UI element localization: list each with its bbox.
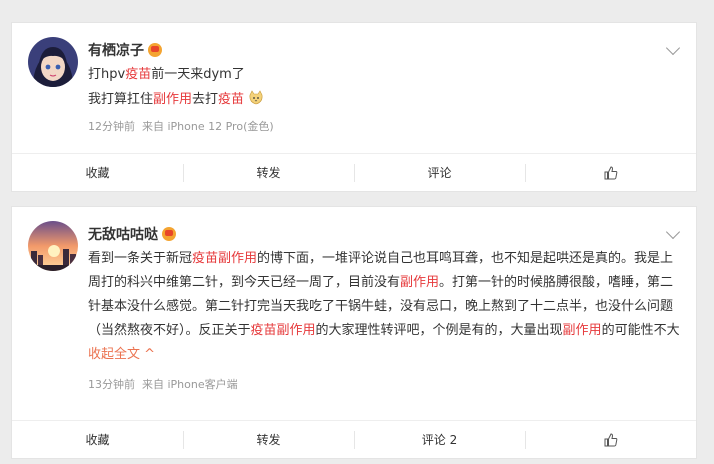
post-time[interactable]: 12分钟前 — [88, 120, 135, 133]
username-text[interactable]: 无敌咕咕哒 — [88, 224, 158, 244]
vip-crown-icon — [148, 43, 162, 57]
favorite-label: 收藏 — [85, 433, 110, 447]
like-button[interactable] — [525, 421, 696, 458]
thumbs-up-icon — [604, 432, 618, 447]
post-text-line2: 我打算扛住副作用去打疫苗 — [88, 88, 680, 115]
avatar[interactable] — [28, 37, 78, 87]
text-segment: 我打算扛住 — [88, 92, 154, 107]
action-bar: 收藏 转发 评论 2 — [12, 420, 696, 458]
repost-button[interactable]: 转发 — [183, 421, 354, 458]
username-text[interactable]: 有栖凉子 — [88, 40, 144, 60]
topic-link[interactable]: 疫苗 — [125, 67, 151, 82]
favorite-label: 收藏 — [85, 166, 110, 180]
comment-button[interactable]: 评论 — [354, 154, 525, 191]
topic-link[interactable]: 疫苗副作用 — [192, 251, 257, 266]
post-source: 来自 iPhone客户端 — [142, 378, 238, 391]
chevron-down-icon[interactable] — [665, 40, 681, 56]
post-text-line1: 打hpv疫苗前一天来dym了 — [88, 63, 680, 87]
topic-link[interactable]: 副作用 — [153, 92, 192, 107]
text-segment: 看到一条关于新冠 — [88, 251, 193, 266]
post-meta: 12分钟前 来自 iPhone 12 Pro(金色) — [88, 118, 274, 134]
like-button[interactable] — [525, 154, 696, 191]
comment-label: 评论 — [427, 166, 452, 180]
favorite-button[interactable]: 收藏 — [12, 421, 183, 458]
post-time[interactable]: 13分钟前 — [88, 378, 135, 391]
chevron-down-icon[interactable] — [665, 224, 681, 240]
text-segment: 前一天来dym了 — [151, 67, 245, 82]
collapse-label: 收起全文 — [88, 347, 141, 362]
avatar[interactable] — [28, 221, 78, 271]
text-segment: 的可能性不大 — [601, 323, 680, 338]
thumbs-up-icon — [604, 165, 618, 180]
username[interactable]: 无敌咕咕哒 — [88, 224, 176, 244]
username[interactable]: 有栖凉子 — [88, 40, 162, 60]
post-meta: 13分钟前 来自 iPhone客户端 — [88, 376, 238, 392]
repost-label: 转发 — [256, 166, 281, 180]
weibo-post-card: 有栖凉子 打hpv疫苗前一天来dym了 我打算扛住副作用去打疫苗 12分钟前 来… — [11, 22, 697, 192]
comment-label: 评论 2 — [421, 433, 458, 447]
topic-link[interactable]: 疫苗 — [218, 92, 244, 107]
chevron-up-icon: ^ — [140, 347, 156, 362]
repost-button[interactable]: 转发 — [183, 154, 354, 191]
action-bar: 收藏 转发 评论 — [12, 153, 696, 191]
topic-link[interactable]: 副作用 — [563, 323, 602, 338]
repost-label: 转发 — [256, 433, 281, 447]
text-segment: 去打 — [192, 92, 219, 107]
favorite-button[interactable]: 收藏 — [12, 154, 183, 191]
collapse-text-link[interactable]: 收起全文 ^ — [88, 347, 155, 362]
post-source: 来自 iPhone 12 Pro(金色) — [142, 120, 274, 133]
text-segment: 打hpv — [88, 67, 126, 82]
post-body: 看到一条关于新冠疫苗副作用的博下面，一堆评论说自己也耳鸣耳聋，也不知是起哄还是真… — [88, 247, 680, 367]
comment-button[interactable]: 评论 2 — [354, 421, 525, 458]
topic-link[interactable]: 疫苗副作用 — [251, 323, 316, 338]
vip-crown-icon — [162, 227, 176, 241]
weibo-post-card: 无敌咕咕哒 看到一条关于新冠疫苗副作用的博下面，一堆评论说自己也耳鸣耳聋，也不知… — [11, 206, 697, 459]
cat-emoji-icon — [248, 90, 264, 115]
topic-link[interactable]: 副作用 — [400, 275, 439, 290]
text-segment: 的大家理性转评吧，个例是有的，大量出现 — [315, 323, 563, 338]
